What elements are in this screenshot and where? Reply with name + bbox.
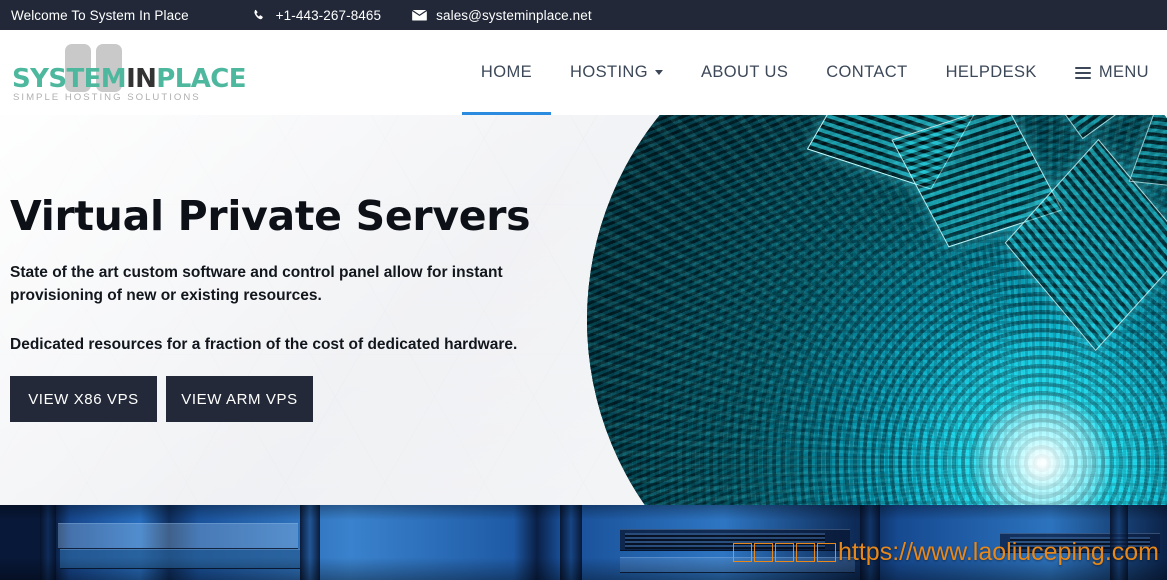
welcome-text: Welcome To System In Place [11, 7, 189, 23]
nav-label-home: HOME [480, 63, 533, 81]
watermark-url: https://www.laoliuceping.com [838, 538, 1159, 566]
nav-item-contact[interactable]: CONTACT [807, 30, 926, 115]
nav-item-home[interactable]: HOME [461, 30, 552, 115]
phone-icon [251, 8, 267, 22]
hero-cta-group: VIEW X86 VPS VIEW ARM VPS [10, 376, 313, 422]
site-header: SYSTEMINPLACE SIMPLE HOSTING SOLUTIONS H… [0, 30, 1167, 115]
email-link[interactable]: sales@systeminplace.net [411, 8, 592, 23]
envelope-icon [411, 8, 427, 22]
hamburger-icon [1074, 66, 1091, 79]
view-x86-vps-button[interactable]: VIEW X86 VPS [10, 376, 157, 422]
hero-image-circuit-tunnel [587, 115, 1167, 505]
logo-word-in: IN [126, 64, 157, 94]
logo-wordmark: SYSTEMINPLACE [12, 66, 246, 92]
logo-word-system: SYSTEM [12, 64, 127, 94]
nav-label-about-us: ABOUT US [700, 63, 789, 81]
nav-item-hosting[interactable]: HOSTING [551, 30, 682, 115]
page-root: Welcome To System In Place +1-443-267-84… [0, 0, 1167, 580]
nav-label-menu: MENU [1098, 63, 1149, 81]
phone-number: +1-443-267-8465 [275, 7, 382, 23]
hero-image-center-glow [587, 115, 1167, 505]
hero-paragraph-1: State of the art custom software and con… [10, 264, 503, 304]
nav-label-contact: CONTACT [826, 63, 908, 81]
phone-link[interactable]: +1-443-267-8465 [251, 8, 381, 23]
main-navigation: HOME HOSTING ABOUT US CONTACT HELPDESK M… [461, 30, 1161, 115]
hero-paragraph-2: Dedicated resources for a fraction of th… [10, 336, 518, 353]
email-address: sales@systeminplace.net [436, 7, 592, 23]
nav-label-helpdesk: HELPDESK [945, 63, 1037, 81]
nav-label-hosting: HOSTING [570, 63, 648, 81]
nav-item-menu-toggle[interactable]: MENU [1056, 30, 1161, 115]
site-logo[interactable]: SYSTEMINPLACE SIMPLE HOSTING SOLUTIONS [10, 44, 246, 103]
nav-item-about-us[interactable]: ABOUT US [682, 30, 807, 115]
hero-section: Virtual Private Servers State of the art… [0, 115, 1167, 505]
watermark-missing-glyphs [733, 538, 838, 567]
watermark-overlay: https://www.laoliuceping.com [733, 538, 1159, 567]
view-arm-vps-button[interactable]: VIEW ARM VPS [166, 376, 313, 422]
chevron-down-icon [654, 70, 663, 75]
logo-tagline: SIMPLE HOSTING SOLUTIONS [13, 92, 201, 103]
hero-title: Virtual Private Servers [10, 192, 531, 240]
nav-item-helpdesk[interactable]: HELPDESK [927, 30, 1056, 115]
logo-word-place: PLACE [156, 64, 246, 94]
top-info-bar: Welcome To System In Place +1-443-267-84… [0, 0, 1167, 30]
hero-content: Virtual Private Servers State of the art… [10, 115, 630, 505]
